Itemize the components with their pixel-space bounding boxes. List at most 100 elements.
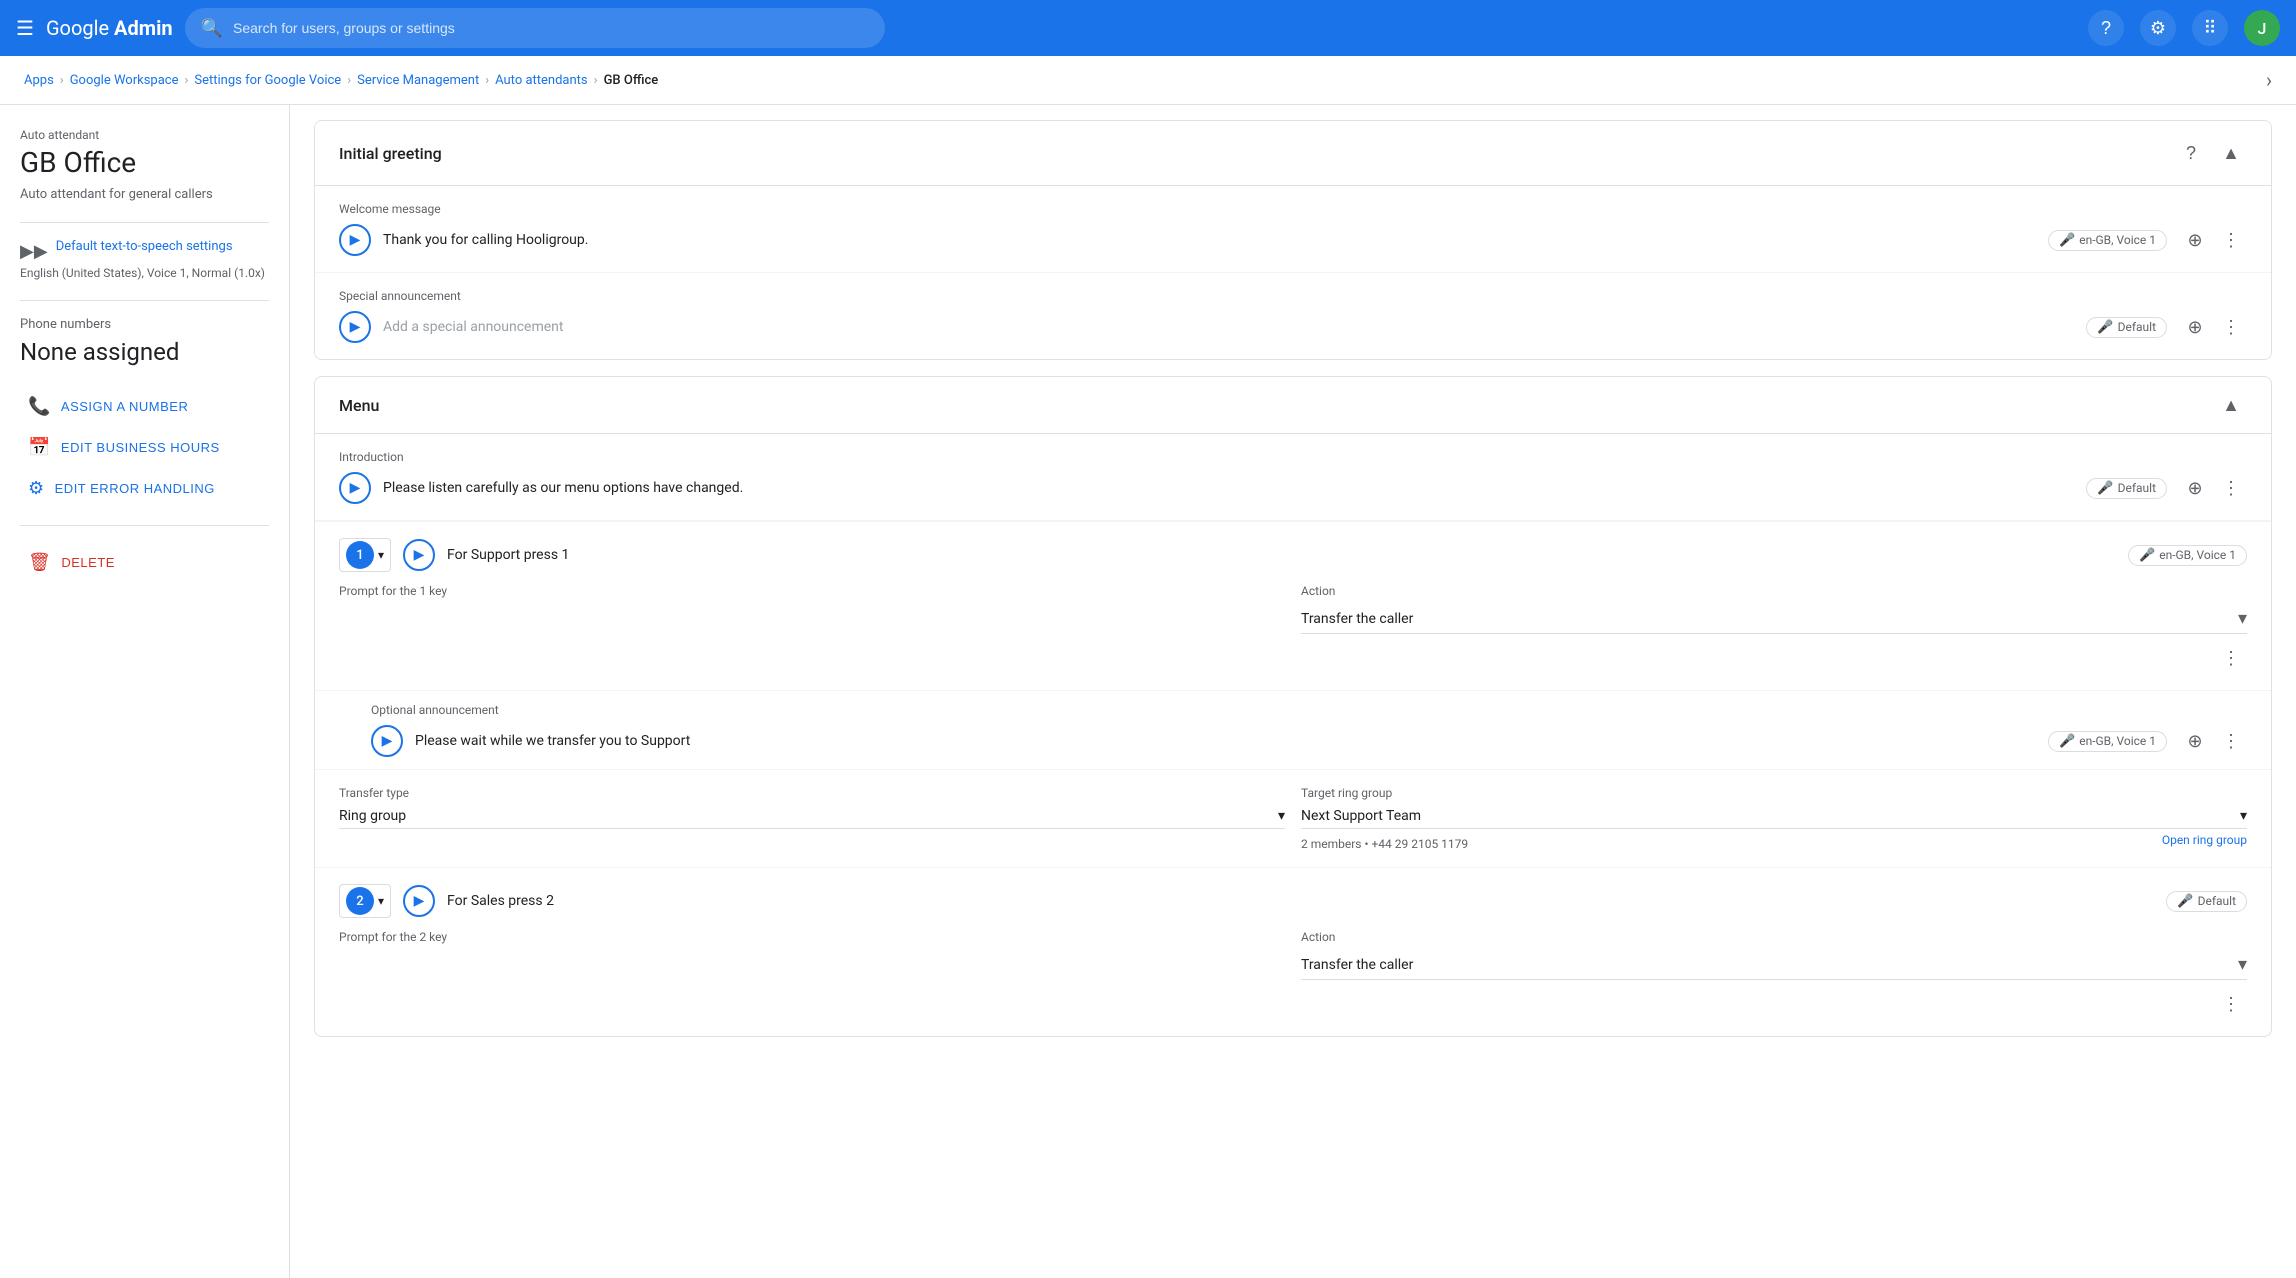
key2-cols: Prompt for the 2 key Action Transfer the… (339, 930, 2247, 980)
tts-icon: ▶▶ (20, 241, 48, 262)
calendar-icon: 📅 (28, 437, 51, 458)
breadcrumb-service-management[interactable]: Service Management (357, 73, 479, 88)
routing-icon: ⚙ (28, 478, 45, 499)
nav-right-actions: ? ⚙ ⠿ J (2088, 10, 2280, 46)
ring-group-info: 2 members • +44 29 2105 1179 (1301, 837, 1468, 851)
key1-opt-row: Optional announcement ▶ Please wait whil… (315, 690, 2271, 769)
key1-voice-label: en-GB, Voice 1 (2159, 548, 2236, 562)
app-logo: Google Admin (46, 16, 173, 40)
key2-voice-label: Default (2198, 894, 2236, 908)
intro-add-icon[interactable]: ⊕ (2179, 472, 2211, 504)
welcome-message-content: ▶ Thank you for calling Hooligroup. 🎤 en… (339, 224, 2247, 256)
special-add-icon[interactable]: ⊕ (2179, 311, 2211, 343)
key2-dropdown[interactable]: 2 ▾ (339, 884, 391, 918)
tts-desc: English (United States), Voice 1, Normal… (20, 266, 269, 280)
transfer-type-col: Transfer type Ring group ▾ (339, 786, 1285, 851)
search-icon: 🔍 (201, 18, 223, 39)
key1-row: 1 ▾ ▶ For Support press 1 🎤 en-GB, Voice… (315, 521, 2271, 690)
welcome-play-button[interactable]: ▶ (339, 224, 371, 256)
key1-opt-content: ▶ Please wait while we transfer you to S… (371, 725, 2247, 757)
key2-prompt-text: For Sales press 2 (447, 893, 2154, 909)
target-ring-group-label: Target ring group (1301, 786, 2247, 800)
welcome-more-icon[interactable]: ⋮ (2215, 224, 2247, 256)
initial-greeting-collapse-icon[interactable]: ▲ (2215, 137, 2247, 169)
key2-more-icon[interactable]: ⋮ (2215, 988, 2247, 1020)
intro-more-icon[interactable]: ⋮ (2215, 472, 2247, 504)
key2-prompt-label: Prompt for the 2 key (339, 930, 1285, 944)
apps-grid-button[interactable]: ⠿ (2192, 10, 2228, 46)
key1-opt-more-icon[interactable]: ⋮ (2215, 725, 2247, 757)
key1-badge: 1 (346, 541, 374, 569)
key1-more-icon[interactable]: ⋮ (2215, 642, 2247, 674)
intro-text: Please listen carefully as our menu opti… (383, 480, 2074, 496)
intro-voice-badge: 🎤 Default (2086, 478, 2167, 499)
auto-attendant-desc: Auto attendant for general callers (20, 187, 269, 202)
target-ring-group-select[interactable]: Next Support Team ▾ (1301, 804, 2247, 829)
search-input[interactable] (233, 20, 869, 36)
trash-icon: 🗑 (28, 552, 51, 573)
key1-opt-add-icon[interactable]: ⊕ (2179, 725, 2211, 757)
intro-play-button[interactable]: ▶ (339, 472, 371, 504)
breadcrumb-apps[interactable]: Apps (24, 73, 54, 88)
key2-play-button[interactable]: ▶ (403, 885, 435, 917)
breadcrumb-auto-attendants[interactable]: Auto attendants (495, 73, 588, 88)
avatar[interactable]: J (2244, 10, 2280, 46)
key1-opt-actions: ⊕ ⋮ (2179, 725, 2247, 757)
breadcrumb-current: GB Office (604, 73, 659, 88)
key1-action-select[interactable]: Transfer the caller ▾ (1301, 604, 2247, 634)
menu-section-title: Menu (339, 396, 379, 415)
key2-prompt-col: Prompt for the 2 key (339, 930, 1285, 980)
special-play-button[interactable]: ▶ (339, 311, 371, 343)
breadcrumb-google-workspace[interactable]: Google Workspace (70, 73, 179, 88)
key2-action-label: Action (1301, 930, 2247, 944)
special-announcement-text[interactable]: Add a special announcement (383, 319, 2074, 335)
breadcrumb: Apps › Google Workspace › Settings for G… (0, 56, 2296, 105)
welcome-add-icon[interactable]: ⊕ (2179, 224, 2211, 256)
intro-content: ▶ Please listen carefully as our menu op… (339, 472, 2247, 504)
special-more-icon[interactable]: ⋮ (2215, 311, 2247, 343)
key1-header: 1 ▾ ▶ For Support press 1 🎤 en-GB, Voice… (339, 538, 2247, 572)
key1-prompt-label: Prompt for the 1 key (339, 584, 1285, 598)
key1-dropdown[interactable]: 1 ▾ (339, 538, 391, 572)
support-button[interactable]: ⚙ (2140, 10, 2176, 46)
tts-settings-link[interactable]: Default text-to-speech settings (56, 239, 233, 254)
key1-opt-label: Optional announcement (371, 703, 2247, 717)
key2-header: 2 ▾ ▶ For Sales press 2 🎤 Default (339, 884, 2247, 918)
edit-error-handling-button[interactable]: ⚙ EDIT ERROR HANDLING (20, 468, 269, 509)
menu-body: Introduction ▶ Please listen carefully a… (314, 434, 2272, 1037)
initial-greeting-section: Initial greeting ? ▲ Welcome message ▶ T… (314, 120, 2272, 360)
key1-mic-icon: 🎤 (2139, 548, 2155, 563)
key1-opt-play-button[interactable]: ▶ (371, 725, 403, 757)
key2-action-select[interactable]: Transfer the caller ▾ (1301, 950, 2247, 980)
menu-collapse-icon[interactable]: ▲ (2215, 389, 2247, 421)
welcome-message-label: Welcome message (339, 202, 2247, 216)
target-ring-group-arrow: ▾ (2240, 808, 2247, 824)
transfer-type-select[interactable]: Ring group ▾ (339, 804, 1285, 829)
welcome-voice-badge: 🎤 en-GB, Voice 1 (2048, 230, 2167, 251)
search-bar[interactable]: 🔍 (185, 8, 885, 48)
welcome-message-row: Welcome message ▶ Thank you for calling … (315, 186, 2271, 273)
menu-icon[interactable]: ☰ (16, 16, 34, 40)
divider-3 (20, 525, 269, 526)
key1-action-label: Action (1301, 584, 2247, 598)
collapse-panel-icon[interactable]: › (2266, 68, 2272, 92)
edit-business-hours-button[interactable]: 📅 EDIT BUSINESS HOURS (20, 427, 269, 468)
special-announcement-content: ▶ Add a special announcement 🎤 Default ⊕… (339, 311, 2247, 343)
key1-opt-text: Please wait while we transfer you to Sup… (415, 733, 2036, 749)
help-button[interactable]: ? (2088, 10, 2124, 46)
key1-dropdown-arrow: ▾ (378, 548, 384, 562)
assign-number-button[interactable]: 📞 ASSIGN A NUMBER (20, 386, 269, 427)
special-announcement-label: Special announcement (339, 289, 2247, 303)
initial-greeting-help-icon[interactable]: ? (2175, 137, 2207, 169)
transfer-type-label: Transfer type (339, 786, 1285, 800)
key1-play-button[interactable]: ▶ (403, 539, 435, 571)
open-ring-group-link[interactable]: Open ring group (2162, 833, 2247, 851)
content-area: Initial greeting ? ▲ Welcome message ▶ T… (290, 104, 2296, 1278)
breadcrumb-settings-voice[interactable]: Settings for Google Voice (194, 73, 341, 88)
intro-mic-icon: 🎤 (2097, 481, 2113, 496)
delete-button[interactable]: 🗑 DELETE (20, 542, 269, 583)
transfer-type-value: Ring group (339, 808, 406, 824)
key2-action-value: Transfer the caller (1301, 957, 1413, 973)
intro-row: Introduction ▶ Please listen carefully a… (315, 434, 2271, 521)
key1-action-value: Transfer the caller (1301, 611, 1413, 627)
